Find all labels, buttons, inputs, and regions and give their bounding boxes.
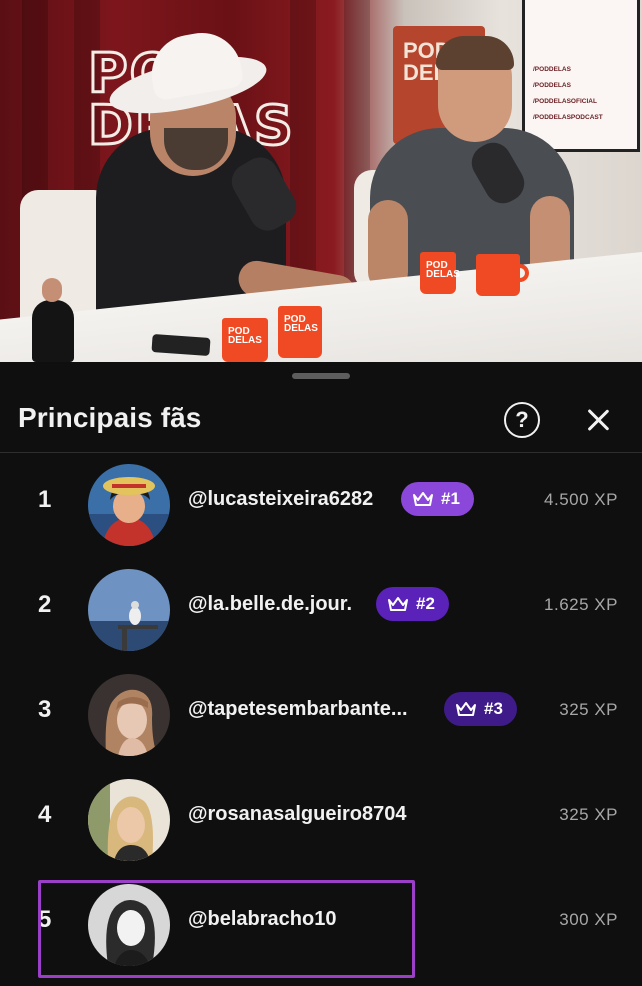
rank-badge-label: #1 <box>441 489 460 508</box>
fan-row[interactable]: 2 @la.belle.de.jour. #2 1.625 XP <box>0 559 642 663</box>
avatar[interactable] <box>88 779 170 861</box>
interpreter-body <box>32 300 74 362</box>
highlight-box <box>38 880 415 978</box>
avatar-image <box>88 779 170 861</box>
wall-screen-handle: /PODDELAS <box>533 82 571 89</box>
crown-icon <box>413 492 433 506</box>
avatar[interactable] <box>88 464 170 546</box>
wall-screen: /PODDELAS /PODDELAS /PODDELASOFICIAL /PO… <box>522 0 640 152</box>
avatar-image <box>88 569 170 651</box>
avatar-image <box>88 464 170 546</box>
fan-handle[interactable]: @la.belle.de.jour. <box>188 593 352 616</box>
avatar[interactable] <box>88 674 170 756</box>
mug: POD DELAS <box>278 306 322 358</box>
wall-screen-handle: /PODDELAS <box>533 66 571 73</box>
wall-screen-handle: /PODDELASPODCAST <box>533 114 603 121</box>
fan-rank: 4 <box>38 801 52 828</box>
fan-handle[interactable]: @tapetesembarbante... <box>188 698 408 721</box>
close-icon[interactable] <box>580 402 616 438</box>
mug-label: POD DELAS <box>228 326 262 346</box>
fan-rank: 1 <box>38 486 52 513</box>
fan-xp: 325 XP <box>559 805 618 824</box>
fan-row[interactable]: 4 @rosanasalgueiro8704 325 XP <box>0 769 642 873</box>
wall-screen-handle: /PODDELASOFICIAL <box>533 98 597 105</box>
rank-badge: #2 <box>376 587 449 621</box>
sheet-drag-handle[interactable] <box>292 373 350 379</box>
sheet-title: Principais fãs <box>18 402 202 433</box>
fan-xp: 4.500 XP <box>544 490 618 509</box>
rank-badge: #3 <box>444 692 517 726</box>
fan-xp: 325 XP <box>559 700 618 719</box>
rank-badge-label: #2 <box>416 594 435 613</box>
crown-icon <box>388 597 408 611</box>
host-right-hair <box>436 36 514 70</box>
avatar[interactable] <box>88 569 170 651</box>
video-player[interactable]: POD DELAS POD DELAS /PODDELAS /PODDELAS … <box>0 0 642 362</box>
sign-language-interpreter <box>28 276 78 362</box>
mug: POD DELAS <box>420 252 460 294</box>
rank-badge: #1 <box>401 482 474 516</box>
fan-row[interactable]: 3 @tapetesembarbante... #3 325 XP <box>0 664 642 768</box>
fan-row[interactable]: 1 @lucasteixeira6282 #1 4.500 XP <box>0 454 642 558</box>
fan-rank: 3 <box>38 696 52 723</box>
fan-xp: 300 XP <box>559 910 618 929</box>
help-icon[interactable]: ? <box>504 402 540 438</box>
top-fans-sheet: Principais fãs ? 1 @lucasteixeira6282 #1… <box>0 362 642 986</box>
header-divider <box>0 452 642 453</box>
fan-handle[interactable]: @rosanasalgueiro8704 <box>188 803 407 826</box>
mug: POD DELAS <box>222 318 268 362</box>
crown-icon <box>456 702 476 716</box>
mug <box>476 254 529 296</box>
fan-handle[interactable]: @lucasteixeira6282 <box>188 488 373 511</box>
avatar-image <box>88 674 170 756</box>
rank-badge-label: #3 <box>484 699 503 718</box>
interpreter-head <box>42 278 62 302</box>
mug-label: POD DELAS <box>284 314 318 334</box>
mug-label: POD DELAS <box>426 260 460 280</box>
fan-rank: 2 <box>38 591 52 618</box>
fan-xp: 1.625 XP <box>544 595 618 614</box>
